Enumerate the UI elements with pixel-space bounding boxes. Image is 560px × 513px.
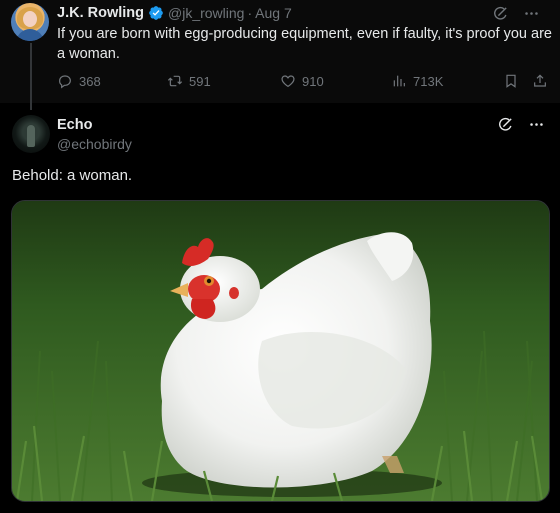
tweet-text: Behold: a woman. (12, 167, 133, 184)
timestamp[interactable]: Aug 7 (255, 5, 292, 21)
views-button[interactable]: 713K (391, 73, 443, 89)
reply-icon (59, 75, 71, 89)
author-name[interactable]: Echo (57, 117, 92, 133)
like-button[interactable]: 910 (280, 73, 324, 89)
views-count: 713K (413, 73, 444, 89)
thread-line (30, 43, 32, 110)
parent-tweet[interactable]: J.K. Rowling @jk_rowling · Aug 7 If you … (0, 0, 560, 110)
hen-image (12, 201, 549, 501)
separator: · (247, 5, 253, 21)
more-icon[interactable] (528, 116, 545, 133)
tweet-top-actions (497, 116, 545, 133)
repost-count: 591 (189, 73, 211, 89)
grok-icon[interactable] (492, 5, 509, 22)
timeline: J.K. Rowling @jk_rowling · Aug 7 If you … (0, 0, 560, 513)
views-icon (393, 75, 405, 87)
share-button[interactable] (532, 73, 548, 89)
author-handle[interactable]: @jk_rowling (168, 5, 244, 21)
tweet-text: If you are born with egg-producing equip… (57, 26, 552, 62)
tweet-header: J.K. Rowling @jk_rowling · Aug 7 (57, 4, 292, 22)
share-icon (534, 74, 546, 87)
author-handle[interactable]: @echobirdy (57, 136, 132, 152)
avatar[interactable] (11, 3, 49, 41)
heart-icon (281, 75, 295, 88)
reply-button[interactable]: 368 (57, 73, 101, 89)
bookmark-icon (506, 74, 516, 88)
repost-button[interactable]: 591 (167, 73, 211, 89)
avatar[interactable] (12, 115, 50, 153)
repost-icon (167, 75, 183, 87)
tweet-top-actions (492, 5, 540, 22)
author-name[interactable]: J.K. Rowling (57, 5, 144, 21)
verified-badge-icon (149, 6, 163, 20)
bookmark-button[interactable] (503, 73, 519, 89)
like-count: 910 (302, 73, 324, 89)
more-icon[interactable] (523, 5, 540, 22)
tweet-actions: 368 591 910 713K (57, 73, 551, 93)
tweet-photo[interactable] (11, 200, 550, 502)
grok-icon[interactable] (497, 116, 514, 133)
reply-count: 368 (79, 73, 101, 89)
